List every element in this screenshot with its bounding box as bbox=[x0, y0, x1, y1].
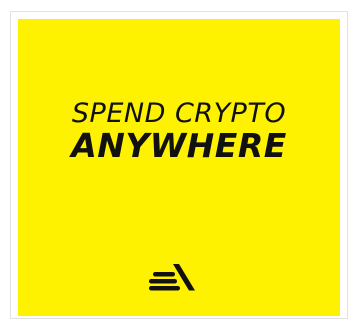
brand-logo-icon bbox=[149, 264, 195, 291]
headline-line-2: ANYWHERE bbox=[71, 126, 287, 165]
promo-card: SPEND CRYPTO ANYWHERE bbox=[18, 19, 340, 316]
headline: SPEND CRYPTO ANYWHERE bbox=[18, 100, 340, 162]
headline-line-1: SPEND CRYPTO bbox=[71, 98, 287, 129]
